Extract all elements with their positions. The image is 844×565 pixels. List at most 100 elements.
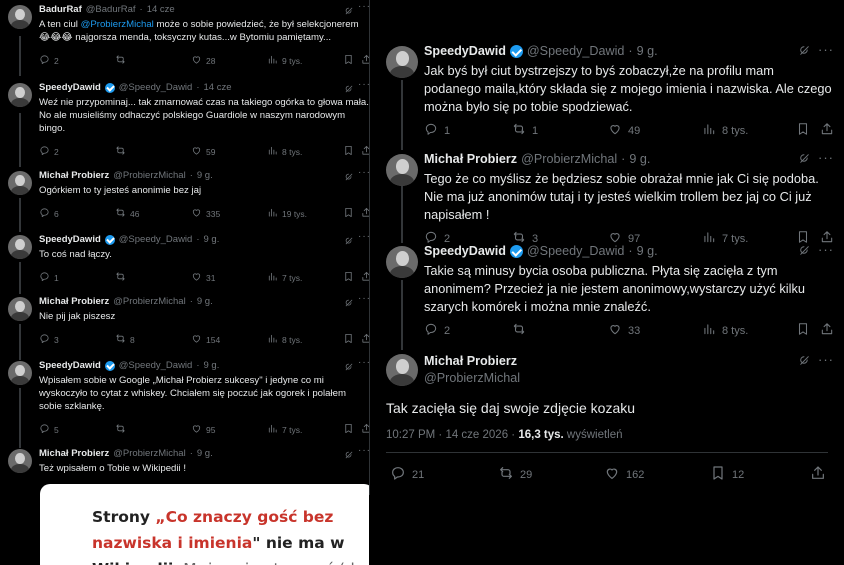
author-name[interactable]: SpeedyDawid [424,244,506,258]
author-name[interactable]: Michał Probierz [424,354,517,368]
bookmark-icon[interactable] [343,54,354,67]
bookmark-button[interactable]: 12 [710,465,744,484]
author-handle[interactable]: @ProbierzMichal [113,448,185,459]
share-icon[interactable] [820,322,834,339]
like-button[interactable]: 95 [191,423,215,436]
author-name[interactable]: SpeedyDawid [39,82,101,93]
views-button[interactable]: 7 tys. [267,423,302,436]
avatar[interactable] [8,235,32,259]
bookmark-icon[interactable] [343,271,354,284]
repost-button[interactable]: 46 [115,207,139,220]
reply-button[interactable]: 5 [39,423,59,436]
more-icon[interactable]: ··· [818,242,834,257]
timestamp[interactable]: 9 g. [637,44,658,58]
like-button[interactable]: 162 [604,465,644,484]
repost-button[interactable]: 1 [512,122,538,139]
like-button[interactable]: 31 [191,271,215,284]
share-icon[interactable] [810,465,826,484]
timestamp[interactable]: 14 cze [147,4,175,15]
avatar[interactable] [8,83,32,107]
author-name[interactable]: SpeedyDawid [39,360,101,371]
views-button[interactable]: 8 tys. [702,322,748,339]
timestamp[interactable]: 9 g. [204,234,220,245]
avatar[interactable] [8,297,32,321]
author-handle[interactable]: @ProbierzMichal [521,152,617,166]
timestamp[interactable]: 9 g. [629,152,650,166]
repost-button[interactable] [115,423,130,436]
reply-button[interactable]: 2 [424,322,450,339]
avatar[interactable] [8,361,32,385]
author-handle[interactable]: @Speedy_Dawid [527,44,625,58]
author-handle[interactable]: @Speedy_Dawid [119,234,193,245]
bookmark-icon[interactable] [343,207,354,220]
bookmark-icon[interactable] [343,333,354,346]
grok-icon[interactable] [798,152,811,170]
views-button[interactable]: 8 tys. [267,145,302,158]
bookmark-icon[interactable] [796,122,810,139]
author-handle[interactable]: @Speedy_Dawid [527,244,625,258]
repost-button[interactable]: 8 [115,333,135,346]
like-button[interactable]: 28 [191,54,215,67]
avatar[interactable] [386,46,418,78]
bookmark-icon[interactable] [796,322,810,339]
timestamp[interactable]: 9 g. [197,448,213,459]
timestamp[interactable]: 9 g. [637,244,658,258]
avatar[interactable] [8,5,32,29]
timestamp[interactable]: 14 cze [204,82,232,93]
grok-icon[interactable] [798,244,811,262]
more-icon[interactable]: ··· [818,42,834,57]
reply-button[interactable]: 1 [39,271,59,284]
avatar[interactable] [386,246,418,278]
repost-button[interactable] [512,322,532,339]
repost-button[interactable] [115,271,130,284]
like-button[interactable]: 49 [608,122,640,139]
grok-icon[interactable] [798,354,811,372]
avatar[interactable] [8,449,32,473]
views-button[interactable]: 9 tys. [267,54,302,67]
author-handle[interactable]: @BadurRaf [86,4,136,15]
avatar[interactable] [386,354,418,386]
like-button[interactable]: 59 [191,145,215,158]
timestamp[interactable]: 9 g. [204,360,220,371]
mention-link[interactable]: @ProbierzMichal [81,19,154,30]
views-button[interactable]: 19 tys. [267,207,307,220]
reply-button[interactable]: 1 [424,122,450,139]
reply-button[interactable]: 3 [39,333,59,346]
repost-button[interactable] [115,145,130,158]
author-name[interactable]: Michał Probierz [424,152,517,166]
author-handle[interactable]: @Speedy_Dawid [119,82,193,93]
share-icon[interactable] [820,122,834,139]
avatar[interactable] [8,171,32,195]
like-button[interactable]: 154 [191,333,220,346]
more-icon[interactable]: ··· [818,352,834,367]
author-name[interactable]: SpeedyDawid [39,234,101,245]
grok-icon[interactable] [798,44,811,62]
author-handle[interactable]: @Speedy_Dawid [119,360,193,371]
reply-button[interactable]: 2 [39,145,59,158]
repost-button[interactable]: 29 [498,465,532,484]
bookmark-icon[interactable] [343,423,354,436]
timestamp[interactable]: 9 g. [197,296,213,307]
author-name[interactable]: Michał Probierz [39,170,109,181]
author-handle[interactable]: @ProbierzMichal [113,170,185,181]
author-name[interactable]: BadurRaf [39,4,82,15]
author-name[interactable]: SpeedyDawid [424,44,506,58]
reply-button[interactable]: 2 [39,54,59,67]
reply-button[interactable]: 6 [39,207,59,220]
views-button[interactable]: 8 tys. [267,333,302,346]
bookmark-icon[interactable] [343,145,354,158]
timestamp[interactable]: 9 g. [197,170,213,181]
more-icon[interactable]: ··· [818,150,834,165]
author-name[interactable]: Michał Probierz [39,296,109,307]
views-button[interactable]: 7 tys. [267,271,302,284]
avatar[interactable] [386,154,418,186]
author-name[interactable]: Michał Probierz [39,448,109,459]
reply-button[interactable]: 21 [390,465,424,484]
views-button[interactable]: 8 tys. [702,122,748,139]
author-handle[interactable]: @ProbierzMichal [113,296,185,307]
author-handle[interactable]: @ProbierzMichal [424,371,520,385]
like-button[interactable]: 33 [608,322,640,339]
post-timestamp[interactable]: 10:27 PM · 14 cze 2026 · [386,429,518,441]
repost-button[interactable] [115,54,130,67]
like-button[interactable]: 335 [191,207,220,220]
